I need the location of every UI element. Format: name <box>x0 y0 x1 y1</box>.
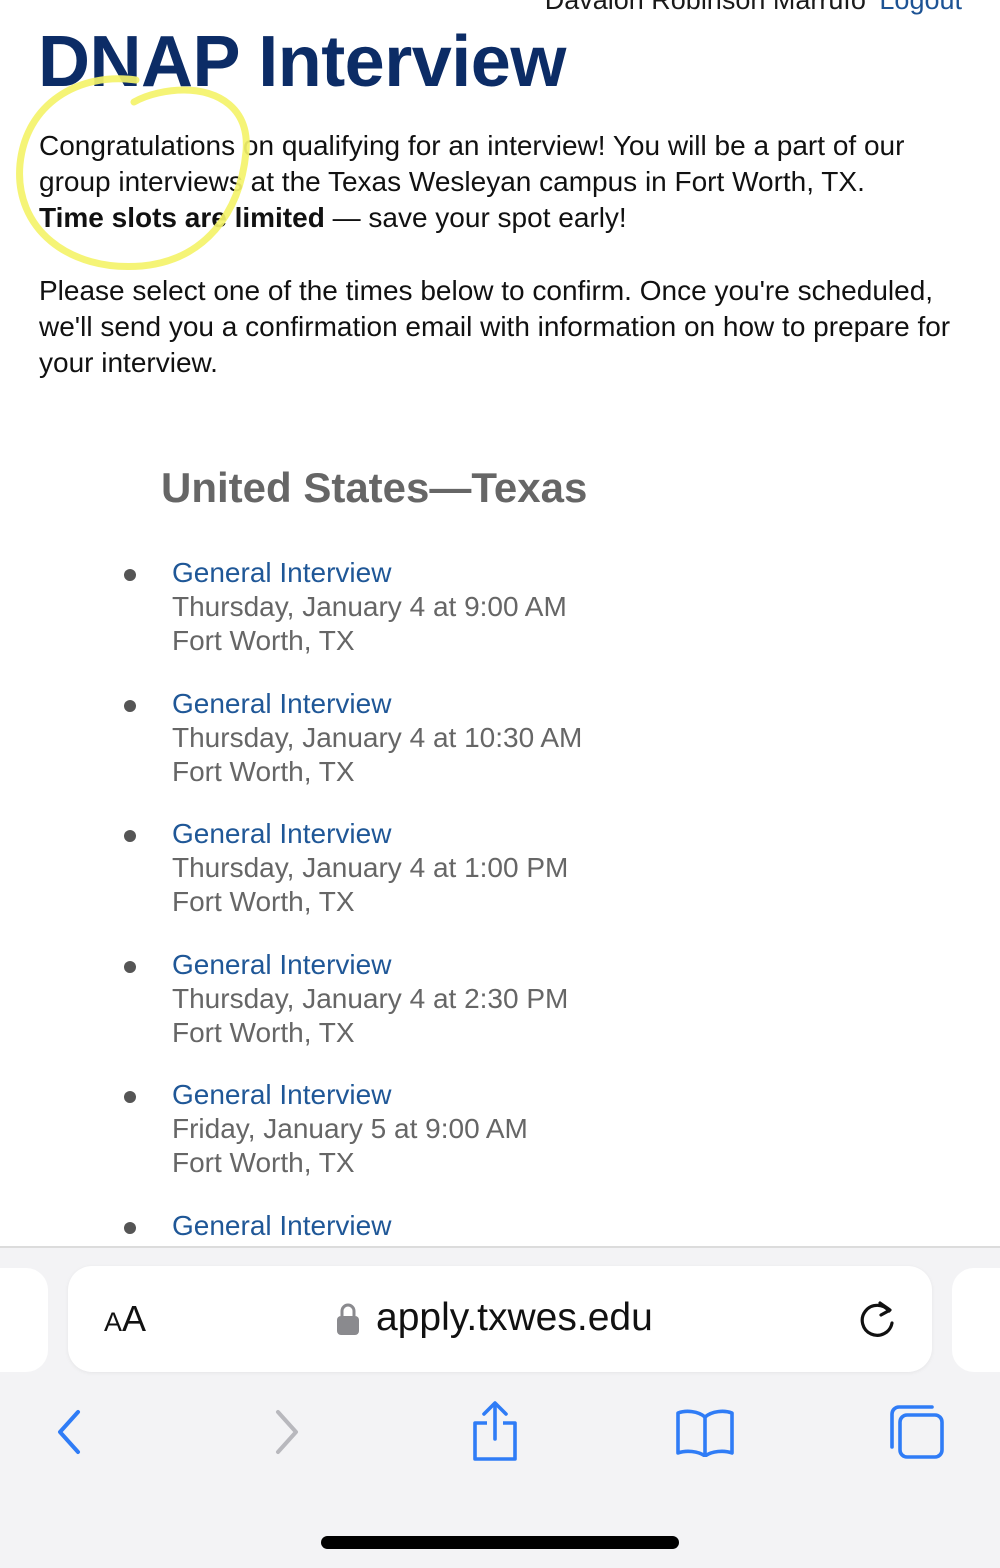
interview-slot-link[interactable]: General Interview <box>172 1078 1000 1112</box>
user-name: Davalon Robinson Marrufo <box>544 0 866 15</box>
chevron-left-icon <box>58 1410 80 1454</box>
interview-slot-link[interactable]: General Interview <box>172 1209 1000 1243</box>
interview-slot-datetime: Thursday, January 4 at 2:30 PM <box>172 982 569 1014</box>
instructions-paragraph: Please select one of the times below to … <box>39 275 951 378</box>
previous-tab-card[interactable] <box>0 1268 48 1372</box>
browser-toolbar: AA apply.txwes.edu <box>0 1248 1000 1568</box>
interview-slot-link[interactable]: General Interview <box>172 817 1000 851</box>
limited-notice-bold: Time slots are limited <box>39 202 325 233</box>
book-icon <box>676 1409 734 1457</box>
url-text: apply.txwes.edu <box>376 1296 653 1339</box>
home-indicator[interactable] <box>321 1536 679 1549</box>
tabs-icon <box>890 1405 944 1459</box>
interview-slot-location: Fort Worth, TX <box>172 1016 355 1048</box>
limited-notice-rest: — save your spot early! <box>324 202 627 233</box>
interview-slot-link[interactable]: General Interview <box>172 687 1000 721</box>
interview-slot: General Interview <box>0 1209 1000 1249</box>
share-icon <box>473 1401 517 1461</box>
interview-slot-location: Fort Worth, TX <box>172 755 355 787</box>
bullet-icon <box>124 960 136 973</box>
tabs-button[interactable] <box>882 1398 952 1466</box>
reload-icon[interactable] <box>858 1299 898 1339</box>
web-content: Davalon Robinson Marrufo Logout DNAP Int… <box>0 0 1000 1248</box>
bullet-icon <box>124 830 136 842</box>
back-button[interactable] <box>34 1398 104 1466</box>
interview-slot-datetime: Thursday, January 4 at 10:30 AM <box>172 721 583 753</box>
page-title: DNAP Interview <box>38 22 566 102</box>
interview-slot-location: Fort Worth, TX <box>172 625 355 656</box>
text-size-button[interactable]: AA <box>104 1296 146 1345</box>
interview-slot-location: Fort Worth, TX <box>172 886 355 917</box>
intro-text: Congratulations on qualifying for an int… <box>39 130 905 197</box>
next-tab-card[interactable] <box>952 1268 1000 1372</box>
aa-icon: A <box>104 1307 123 1337</box>
interview-slot-list: General Interview Thursday, January 4 at… <box>0 556 1000 1248</box>
forward-button[interactable] <box>252 1398 322 1466</box>
logout-link[interactable]: Logout <box>879 0 962 15</box>
region-heading: United States—Texas <box>161 464 588 511</box>
interview-slot: General Interview Friday, January 5 at 9… <box>0 1078 1000 1209</box>
user-bar: Davalon Robinson Marrufo Logout <box>545 0 962 16</box>
address-bar[interactable]: AA apply.txwes.edu <box>68 1266 932 1372</box>
chevron-right-icon <box>276 1410 298 1454</box>
share-button[interactable] <box>460 1398 530 1466</box>
interview-slot: General Interview Thursday, January 4 at… <box>0 817 1000 948</box>
intro-paragraph: Congratulations on qualifying for an int… <box>39 128 969 236</box>
interview-slot-link[interactable]: General Interview <box>172 948 1000 982</box>
bullet-icon <box>124 569 136 581</box>
browser-nav-row <box>0 1398 1000 1466</box>
interview-slot-link[interactable]: General Interview <box>172 556 1000 590</box>
bullet-icon <box>124 699 136 712</box>
lock-icon <box>337 1303 359 1335</box>
bullet-icon <box>124 1091 136 1103</box>
interview-slot-datetime: Friday, January 5 at 9:00 AM <box>172 1113 528 1144</box>
interview-slot: General Interview Thursday, January 4 at… <box>0 948 1000 1079</box>
interview-slot-location: Fort Worth, TX <box>172 1147 355 1178</box>
aa-icon-large: A <box>122 1298 147 1339</box>
interview-slot-datetime: Thursday, January 4 at 1:00 PM <box>172 852 569 883</box>
bookmarks-button[interactable] <box>670 1398 740 1466</box>
interview-slot: General Interview Thursday, January 4 at… <box>0 556 1000 687</box>
interview-slot-datetime: Thursday, January 4 at 9:00 AM <box>172 591 567 622</box>
interview-slot: General Interview Thursday, January 4 at… <box>0 687 1000 818</box>
bullet-icon <box>124 1221 136 1234</box>
